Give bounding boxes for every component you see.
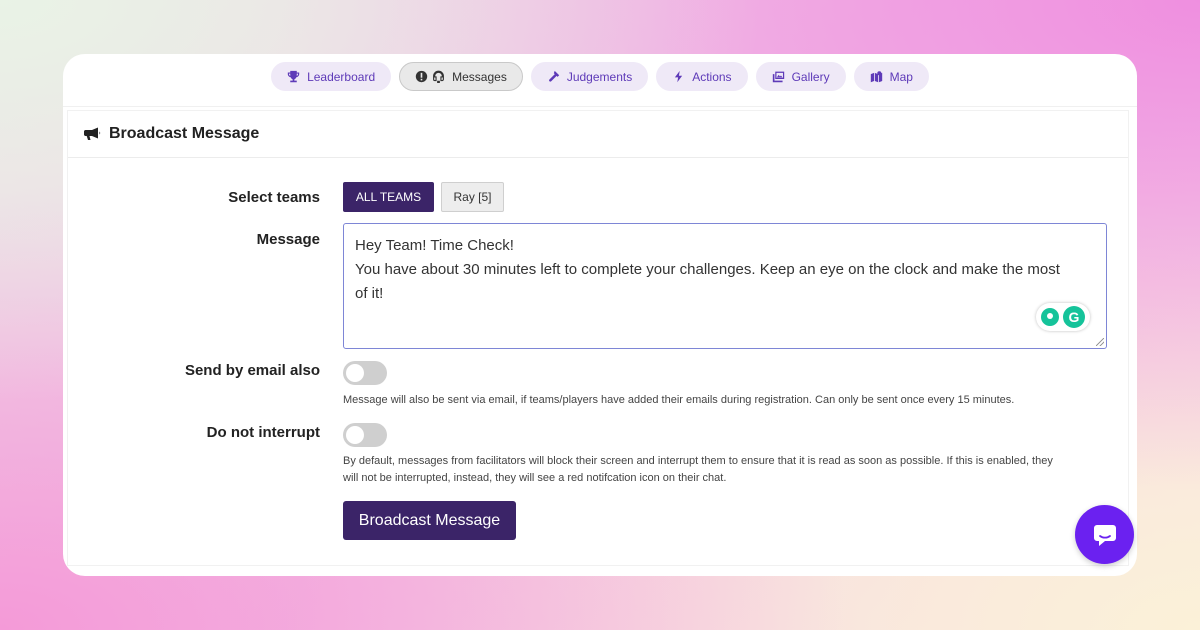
tab-judgements[interactable]: Judgements [530,62,649,91]
message-line: of it! [355,285,384,302]
panel-header: Broadcast Message [68,111,1128,158]
tab-label: Actions [692,69,732,84]
tab-gallery[interactable]: Gallery [755,62,846,91]
team-all-teams-button[interactable]: ALL TEAMS [343,182,434,212]
map-icon [870,71,882,83]
help-line: will not be interrupted, instead, they w… [343,472,727,484]
tab-label: Map [889,69,913,84]
trophy-icon [287,70,300,83]
message-label: Message [256,231,320,248]
main-card: Leaderboard Messages Judgements Actions … [63,54,1137,576]
megaphone-icon [84,127,101,140]
chat-bubble-icon [1093,524,1116,546]
select-teams-label: Select teams [228,189,320,206]
message-line: Hey Team! Time Check! [355,237,514,254]
grammarly-icon: G [1063,306,1085,328]
images-icon [772,71,784,83]
broadcast-panel: Broadcast Message Select teams ALL TEAMS… [67,110,1129,566]
nav-tabs: Leaderboard Messages Judgements Actions … [63,62,1137,91]
chat-button[interactable] [1075,505,1134,564]
gavel-icon [548,70,560,82]
resize-handle-icon[interactable] [1096,338,1104,346]
send-email-toggle[interactable] [343,361,387,385]
no-interrupt-label: Do not interrupt [206,424,320,441]
help-line: By default, messages from facilitators w… [343,455,1053,467]
tab-label: Judgements [566,69,633,84]
lightbulb-icon [1041,308,1059,326]
headset-icon [433,70,445,83]
divider [63,106,1137,107]
send-email-label: Send by email also [184,362,320,379]
tab-actions[interactable]: Actions [656,62,748,91]
no-interrupt-help: By default, messages from facilitators w… [343,453,1113,487]
send-email-help: Message will also be sent via email, if … [343,394,1015,406]
message-line: You have about 30 minutes left to comple… [355,261,1060,278]
team-ray-button[interactable]: Ray [5] [441,182,504,212]
tab-label: Messages [452,69,507,84]
tab-messages[interactable]: Messages [399,62,523,91]
broadcast-message-button[interactable]: Broadcast Message [343,501,516,540]
tab-map[interactable]: Map [853,62,929,91]
bolt-icon [675,70,683,83]
message-textarea[interactable]: Hey Team! Time Check! You have about 30 … [343,223,1107,349]
alert-circle-icon [415,70,428,83]
tab-label: Gallery [791,69,830,84]
tab-label: Leaderboard [307,69,376,84]
panel-title: Broadcast Message [109,125,260,142]
no-interrupt-toggle[interactable] [343,423,387,447]
tab-leaderboard[interactable]: Leaderboard [271,62,392,91]
grammarly-widget[interactable]: G [1036,303,1090,331]
